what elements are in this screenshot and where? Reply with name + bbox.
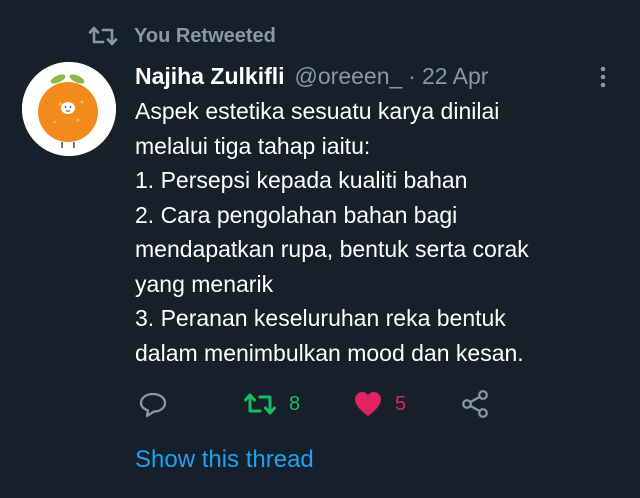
heart-icon bbox=[353, 390, 383, 418]
author-handle[interactable]: @oreeen_ bbox=[295, 63, 403, 90]
retweet-action-icon bbox=[243, 391, 277, 417]
reply-icon bbox=[138, 389, 168, 419]
retweet-button[interactable]: 8 bbox=[243, 386, 300, 422]
retweet-banner: You Retweeted bbox=[88, 22, 276, 50]
tweet-text-line: Aspek estetika sesuatu karya dinilai bbox=[135, 98, 500, 124]
reply-button[interactable] bbox=[138, 386, 168, 422]
retweet-icon bbox=[88, 24, 118, 48]
tweet-actions: 8 5 bbox=[135, 386, 605, 422]
tweet-text-line: melalui tiga tahap iaitu: bbox=[135, 132, 371, 159]
avatar[interactable] bbox=[22, 62, 116, 156]
tweet-text-line: 2. Cara pengolahan bahan bagi bbox=[135, 201, 458, 228]
retweet-count: 8 bbox=[289, 392, 301, 415]
tweet-text-line: 3. Peranan keseluruhan reka bentuk bbox=[135, 305, 506, 331]
tweet-header: Najiha Zulkifli @oreeen_ · 22 Apr bbox=[135, 60, 605, 92]
orange-avatar-image bbox=[22, 62, 116, 156]
tweet-text: Aspek estetika sesuatu karya dinilai mel… bbox=[135, 94, 615, 370]
tweet-text-line: mendapatkan rupa, bentuk serta corak bbox=[135, 236, 529, 262]
show-thread-link[interactable]: Show this thread bbox=[135, 446, 314, 474]
tweet-text-line: yang menarik bbox=[135, 270, 274, 297]
tweet-date[interactable]: 22 Apr bbox=[422, 63, 489, 90]
retweet-banner-label: You Retweeted bbox=[134, 24, 276, 47]
like-button[interactable]: 5 bbox=[353, 386, 406, 422]
separator-dot: · bbox=[408, 62, 416, 89]
share-button[interactable] bbox=[460, 386, 490, 422]
more-options-icon[interactable] bbox=[596, 64, 610, 90]
share-icon bbox=[460, 389, 490, 419]
author-name[interactable]: Najiha Zulkifli bbox=[135, 63, 285, 90]
like-count: 5 bbox=[395, 392, 407, 415]
tweet-text-line: 1. Persepsi kepada kualiti bahan bbox=[135, 167, 468, 193]
tweet-text-line: dalam menimbulkan mood dan kesan. bbox=[135, 339, 524, 366]
